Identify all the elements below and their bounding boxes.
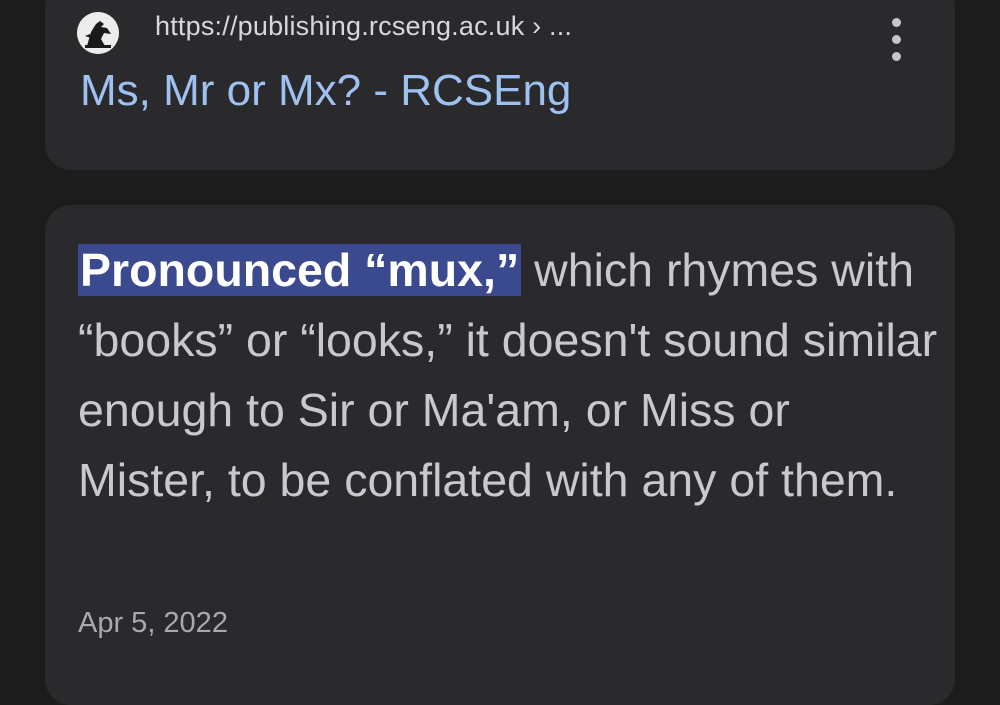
result-title-link[interactable]: Ms, Mr or Mx? - RCSEng — [80, 66, 571, 116]
search-result-card: https://publishing.rcseng.ac.uk › ... Ms… — [45, 0, 955, 170]
result-url[interactable]: https://publishing.rcseng.ac.uk › ... — [155, 11, 572, 42]
featured-snippet-card: Pronounced “mux,” which rhymes with “boo… — [45, 205, 955, 705]
more-vert-icon[interactable] — [883, 18, 911, 62]
snippet-date: Apr 5, 2022 — [78, 607, 228, 639]
url-text: https://publishing.rcseng.ac.uk — [155, 11, 525, 41]
heraldic-bird-icon[interactable] — [77, 12, 119, 54]
snippet-highlight: Pronounced “mux,” — [78, 244, 522, 296]
breadcrumb-separator: › — [532, 11, 542, 41]
snippet-text: Pronounced “mux,” which rhymes with “boo… — [78, 235, 938, 515]
breadcrumb-more: ... — [549, 11, 573, 41]
